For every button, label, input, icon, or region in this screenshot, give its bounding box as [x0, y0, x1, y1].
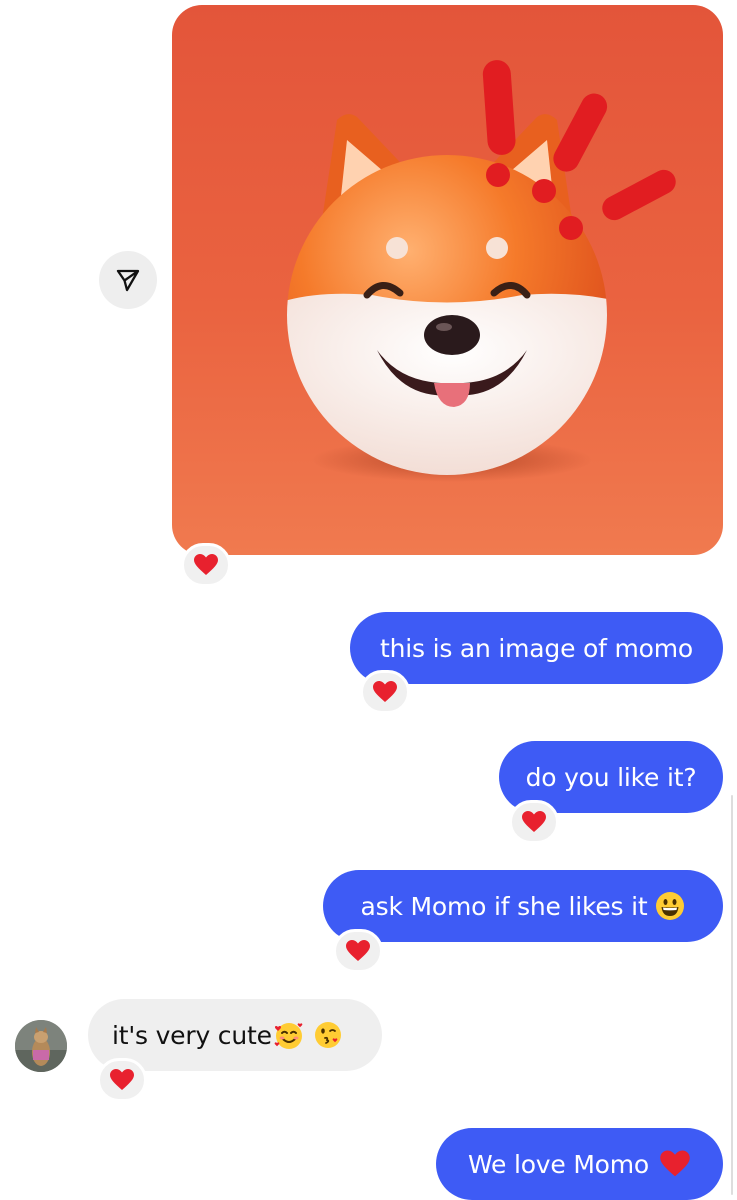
message-bubble-outgoing[interactable]: ask Momo if she likes it — [323, 870, 723, 942]
heart-icon — [194, 554, 218, 575]
dog-photo-avatar — [15, 1020, 67, 1072]
heart-icon — [373, 681, 397, 702]
contact-avatar[interactable] — [15, 1020, 67, 1072]
shared-image-card[interactable] — [172, 5, 723, 555]
grinning-face-emoji — [656, 892, 685, 920]
scrollbar[interactable] — [731, 795, 733, 1195]
heart-icon — [346, 940, 370, 961]
message-reaction-badge[interactable] — [509, 800, 559, 844]
message-reaction-badge[interactable] — [97, 1058, 147, 1102]
message-bubble-outgoing[interactable]: this is an image of momo — [350, 612, 723, 684]
message-bubble-outgoing[interactable]: We love Momo — [436, 1128, 723, 1200]
message-text: ask Momo if she likes it — [360, 891, 648, 921]
smiling-face-with-hearts-emoji — [274, 1023, 303, 1049]
shiba-dog-image — [287, 60, 676, 482]
heart-icon — [110, 1069, 134, 1090]
message-text: do you like it? — [525, 762, 697, 792]
face-blowing-kiss-emoji — [314, 1022, 341, 1048]
heart-icon — [522, 811, 546, 832]
message-reaction-badge[interactable] — [360, 670, 410, 714]
share-button[interactable] — [99, 251, 157, 309]
message-reaction-badge[interactable] — [333, 929, 383, 973]
message-text: this is an image of momo — [380, 633, 693, 663]
image-reaction-badge[interactable] — [181, 543, 231, 587]
send-icon — [116, 269, 140, 292]
message-text: it's very cute — [112, 1020, 272, 1050]
message-text: We love Momo — [467, 1149, 650, 1179]
red-heart-emoji — [660, 1150, 690, 1177]
